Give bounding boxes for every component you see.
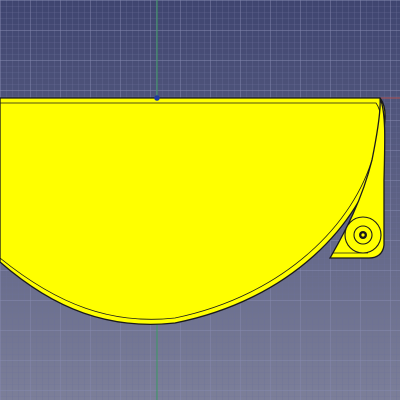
origin-vertex[interactable] (154, 95, 160, 101)
viewport-canvas[interactable] (0, 0, 400, 400)
mounting-hole-center (361, 233, 365, 237)
3d-viewport[interactable] (0, 0, 400, 400)
